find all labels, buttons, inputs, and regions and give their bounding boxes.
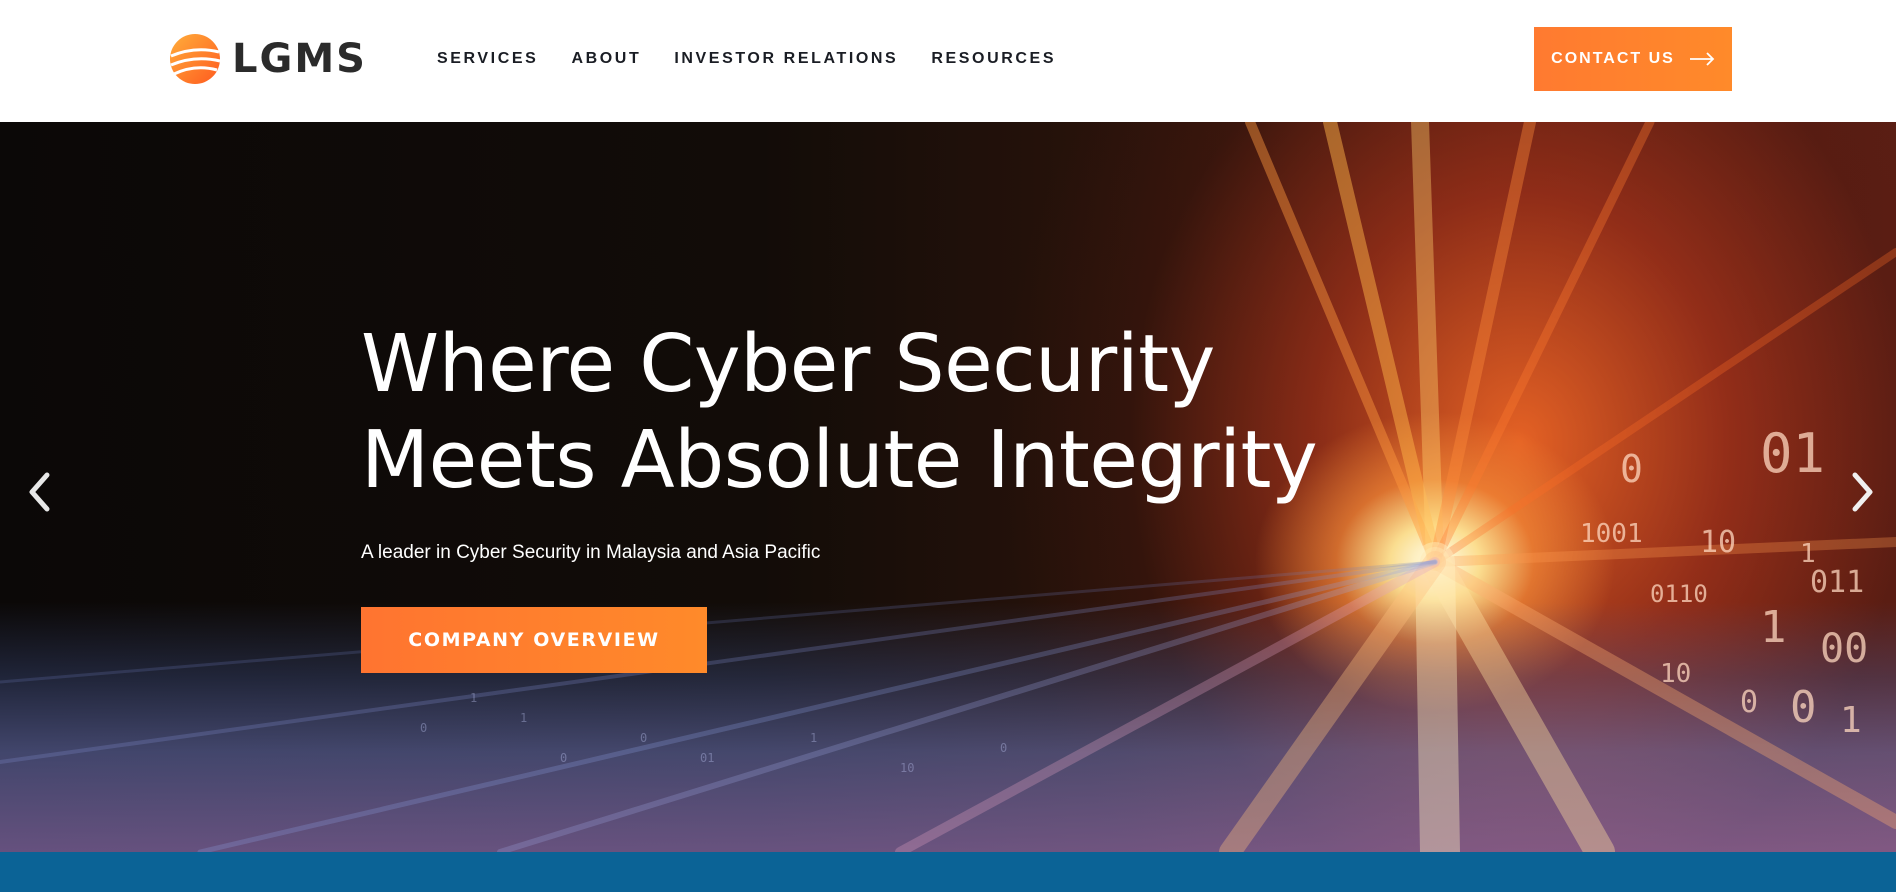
section-band xyxy=(0,852,1896,892)
nav-item-about[interactable]: ABOUT xyxy=(571,46,641,72)
svg-text:01: 01 xyxy=(1760,422,1825,485)
arrow-right-icon xyxy=(1689,52,1715,66)
chevron-left-icon xyxy=(29,472,50,512)
svg-text:0: 0 xyxy=(1620,447,1643,491)
svg-text:1: 1 xyxy=(1760,602,1787,653)
svg-text:1: 1 xyxy=(810,731,817,745)
slider-next-button[interactable] xyxy=(1846,465,1880,519)
nav-item-resources[interactable]: RESOURCES xyxy=(931,46,1056,72)
svg-text:0: 0 xyxy=(1790,682,1817,733)
company-overview-button[interactable]: COMPANY OVERVIEW xyxy=(361,607,707,673)
logo[interactable]: LGMS xyxy=(168,32,367,86)
svg-text:0: 0 xyxy=(640,731,647,745)
svg-text:10: 10 xyxy=(900,761,914,775)
svg-text:011: 011 xyxy=(1810,565,1864,600)
hero-title: Where Cyber Security Meets Absolute Inte… xyxy=(361,316,1361,508)
svg-text:0110: 0110 xyxy=(1650,580,1708,608)
chevron-right-icon xyxy=(1852,472,1873,512)
svg-text:0: 0 xyxy=(1740,685,1758,720)
svg-text:0: 0 xyxy=(1000,741,1007,755)
logo-globe-icon xyxy=(170,34,221,84)
svg-text:1: 1 xyxy=(1840,700,1862,741)
contact-us-label: CONTACT US xyxy=(1551,50,1675,67)
svg-text:10: 10 xyxy=(1660,659,1691,689)
site-header: LGMS SERVICES ABOUT INVESTOR RELATIONS R… xyxy=(0,0,1896,122)
logo-text: LGMS xyxy=(232,36,367,82)
nav-item-services[interactable]: SERVICES xyxy=(437,46,538,72)
hero-subtitle: A leader in Cyber Security in Malaysia a… xyxy=(361,542,821,563)
hero-title-line-1: Where Cyber Security xyxy=(361,318,1215,410)
svg-text:0: 0 xyxy=(560,751,567,765)
svg-text:01: 01 xyxy=(700,751,714,765)
hero-title-line-2: Meets Absolute Integrity xyxy=(361,414,1318,506)
svg-text:1001: 1001 xyxy=(1580,519,1643,549)
contact-us-button[interactable]: CONTACT US xyxy=(1534,27,1732,91)
svg-text:0: 0 xyxy=(420,721,427,735)
company-overview-label: COMPANY OVERVIEW xyxy=(408,629,660,651)
main-nav: SERVICES ABOUT INVESTOR RELATIONS RESOUR… xyxy=(437,46,1089,72)
nav-item-investor-relations[interactable]: INVESTOR RELATIONS xyxy=(674,46,898,72)
hero-slider: 0 01 1001 10 1 0110 011 1 00 10 0 0 1 01… xyxy=(0,122,1896,852)
svg-text:1: 1 xyxy=(470,691,477,705)
svg-text:1: 1 xyxy=(520,711,527,725)
svg-text:10: 10 xyxy=(1700,525,1736,560)
slider-prev-button[interactable] xyxy=(22,465,56,519)
svg-text:00: 00 xyxy=(1820,626,1868,672)
